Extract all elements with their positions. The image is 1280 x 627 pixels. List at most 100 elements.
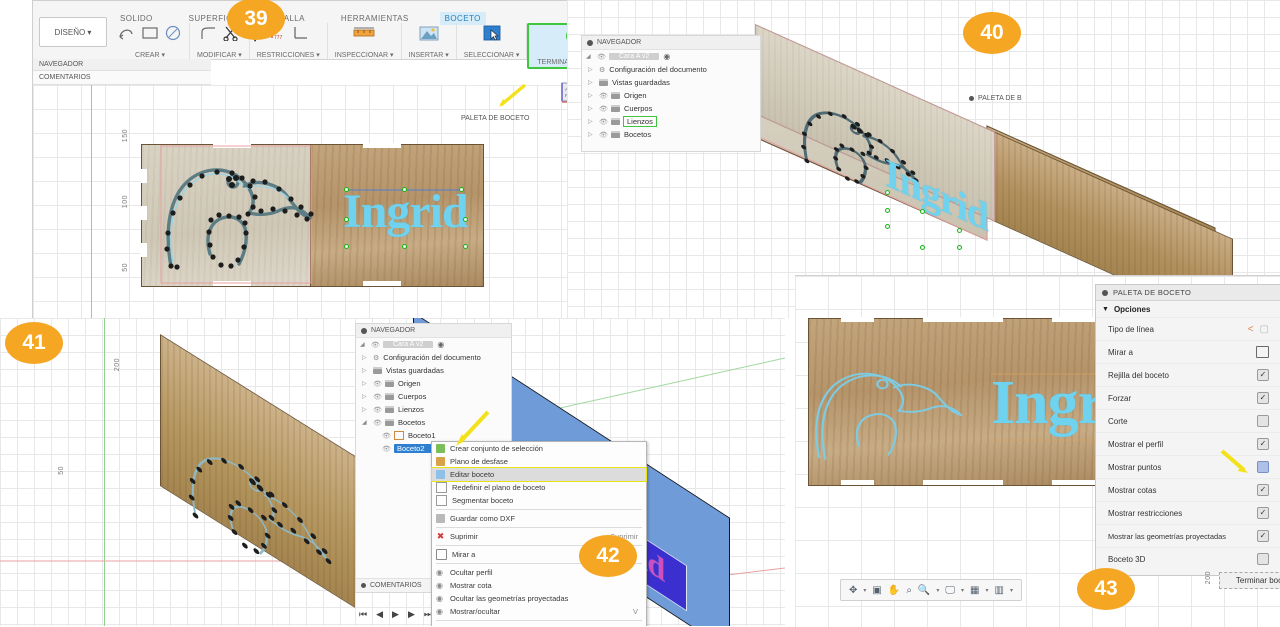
checkbox-forzar[interactable] — [1257, 392, 1269, 404]
sketch-context-menu[interactable]: Crear conjunto de selección Plano de des… — [431, 441, 647, 626]
text-handle-40[interactable] — [885, 208, 890, 213]
ribbon-label-modificar[interactable]: MODIFICAR ▾ — [197, 51, 242, 59]
ribbon-label-crear[interactable]: CREAR ▾ — [135, 51, 165, 59]
expand-arrow-icon[interactable]: ▷ — [362, 406, 369, 413]
chevron-down-icon[interactable]: ▼ — [1102, 306, 1109, 313]
viewports-icon[interactable]: ▥ — [995, 585, 1004, 596]
browser-item-cuerpos-42[interactable]: ▷ 👁 Cuerpos — [356, 390, 511, 403]
rectangle-icon[interactable] — [141, 25, 159, 41]
row-tipo-de-linea[interactable]: Tipo de línea < ▢ — [1096, 317, 1280, 340]
collapse-arrow-icon[interactable]: ◢ — [360, 341, 367, 348]
eye-icon[interactable]: 👁 — [373, 406, 382, 414]
expand-arrow-icon[interactable]: ▷ — [588, 105, 595, 112]
eye-icon[interactable]: 👁 — [373, 419, 382, 427]
ctx-redefinir-plano[interactable]: Redefinir el plano de boceto — [432, 481, 646, 494]
expand-arrow-icon[interactable]: ▷ — [362, 367, 369, 374]
checkbox-boceto-3d[interactable] — [1257, 553, 1269, 565]
ctx-mostrar-cota[interactable]: ◉ Mostrar cota — [432, 579, 646, 592]
text-handle[interactable] — [402, 244, 407, 249]
grid-snap-icon[interactable]: ▦ — [970, 585, 979, 596]
expand-arrow-icon[interactable]: ▷ — [588, 92, 595, 99]
checkbox-rejilla[interactable] — [1257, 369, 1269, 381]
ctx-segmentar-boceto[interactable]: Segmentar boceto — [432, 494, 646, 507]
terminar-boceto-button[interactable]: Terminar boc — [1219, 572, 1280, 589]
ctx-ocultar-geometrias[interactable]: ◉ Ocultar las geometrías proyectadas — [432, 592, 646, 605]
zoom-window-icon[interactable]: ⌕ — [906, 585, 912, 596]
expand-arrow-icon[interactable]: ▷ — [588, 118, 595, 125]
eye-icon[interactable]: 👁 — [373, 393, 382, 401]
comments-header-39[interactable]: COMENTARIOS — [33, 71, 211, 85]
pan-hand-icon[interactable]: ✋ — [888, 585, 900, 596]
display-settings-icon[interactable]: 🖵 — [945, 585, 955, 596]
perpendicular-constraint-icon[interactable] — [291, 25, 309, 41]
text-handle-40[interactable] — [957, 228, 962, 233]
text-handle-40[interactable] — [957, 245, 962, 250]
eye-icon[interactable]: 👁 — [371, 341, 380, 349]
row-mostrar-cotas[interactable]: Mostrar cotas — [1096, 478, 1280, 501]
look-at-icon[interactable] — [1256, 346, 1269, 358]
measure-icon[interactable] — [352, 25, 376, 41]
expand-arrow-icon[interactable]: ▷ — [362, 393, 369, 400]
expand-arrow-icon[interactable]: ▷ — [362, 354, 369, 361]
eye-icon[interactable]: 👁 — [599, 131, 608, 139]
ribbon-label-seleccionar[interactable]: SELECCIONAR ▾ — [464, 51, 520, 59]
text-handle-40[interactable] — [885, 190, 890, 195]
eye-icon[interactable]: 👁 — [597, 53, 606, 61]
browser-item-configuracion[interactable]: ▷ ⚙ Configuración del documento — [582, 63, 760, 76]
checkbox-mostrar-puntos[interactable] — [1257, 461, 1269, 473]
zoom-icon[interactable]: 🔍 — [918, 585, 930, 596]
eye-icon[interactable]: 👁 — [373, 380, 382, 388]
ribbon-label-insertar[interactable]: INSERTAR ▾ — [409, 51, 449, 59]
circle-icon[interactable] — [164, 25, 182, 41]
browser-root-row-42[interactable]: ◢ 👁 Cara A v2 ◉ — [356, 338, 511, 351]
ctx-guardar-dxf[interactable]: Guardar como DXF — [432, 512, 646, 525]
text-handle[interactable] — [344, 244, 349, 249]
text-handle[interactable] — [344, 187, 349, 192]
text-handle[interactable] — [402, 187, 407, 192]
text-handle-40[interactable] — [885, 224, 890, 229]
row-mostrar-el-perfil[interactable]: Mostrar el perfil — [1096, 432, 1280, 455]
browser-item-lienzos[interactable]: ▷ 👁 Lienzos — [582, 115, 760, 128]
eye-icon[interactable]: 👁 — [382, 445, 391, 453]
eye-icon[interactable]: 👁 — [599, 92, 608, 100]
row-forzar[interactable]: Forzar — [1096, 386, 1280, 409]
row-boceto-3d[interactable]: Boceto 3D — [1096, 547, 1280, 570]
spline-icon[interactable] — [118, 25, 136, 41]
browser-item-origen[interactable]: ▷ 👁 Origen — [582, 89, 760, 102]
dropdown-caret[interactable]: ▾ — [986, 587, 989, 594]
view-cube-icon[interactable]: ▣ — [872, 585, 881, 596]
expand-arrow-icon[interactable]: ▷ — [588, 79, 595, 86]
ribbon-label-restricciones[interactable]: RESTRICCIONES ▾ — [257, 51, 320, 59]
eye-icon[interactable]: 👁 — [599, 105, 608, 113]
browser-item-configuracion-42[interactable]: ▷ ⚙ Configuración del documento — [356, 351, 511, 364]
ribbon-label-inspeccionar[interactable]: INSPECCIONAR ▾ — [335, 51, 394, 59]
browser-item-vistas-42[interactable]: ▷ Vistas guardadas — [356, 364, 511, 377]
browser-item-origen-42[interactable]: ▷ 👁 Origen — [356, 377, 511, 390]
ctx-plano-desfase[interactable]: Plano de desfase — [432, 455, 646, 468]
sketch-palette-tag-40[interactable]: PALETA DE B — [969, 95, 1022, 102]
checkbox-mostrar-restricciones[interactable] — [1257, 507, 1269, 519]
skip-start-icon[interactable]: ⏮ — [359, 609, 367, 620]
fillet-icon[interactable] — [199, 25, 217, 41]
browser-item-vistas[interactable]: ▷ Vistas guardadas — [582, 76, 760, 89]
expand-arrow-icon[interactable]: ▷ — [588, 131, 595, 138]
sketch-palette-section-opciones[interactable]: ▼ Opciones — [1096, 301, 1280, 317]
dropdown-caret[interactable]: ▾ — [936, 587, 939, 594]
ribbon-label-terminar-boceto[interactable]: TERMINAR BOCETO ▾ — [537, 58, 568, 66]
checkbox-mostrar-perfil[interactable] — [1257, 438, 1269, 450]
row-corte[interactable]: Corte — [1096, 409, 1280, 432]
ribbon-group-terminar-boceto[interactable]: TERMINAR BOCETO ▾ — [527, 23, 568, 69]
eye-icon[interactable]: 👁 — [599, 118, 608, 126]
linetype-centerline-icon[interactable]: ▢ — [1260, 324, 1269, 335]
row-mostrar-geometrias-proyectadas[interactable]: Mostrar las geometrías proyectadas — [1096, 524, 1280, 547]
text-handle[interactable] — [463, 217, 468, 222]
collapse-arrow-icon[interactable]: ◢ — [586, 53, 593, 60]
collapse-arrow-icon[interactable]: ◢ — [362, 419, 369, 426]
row-mostrar-restricciones[interactable]: Mostrar restricciones — [1096, 501, 1280, 524]
orbit-icon[interactable]: ✥ — [849, 585, 857, 596]
step-back-icon[interactable]: ◀ — [376, 609, 383, 620]
text-handle[interactable] — [459, 187, 464, 192]
checkbox-corte[interactable] — [1257, 415, 1269, 427]
text-handle-40[interactable] — [920, 209, 925, 214]
timeline-playbar-42[interactable]: ⏮ ◀ ▶ ▶ ⏭ — [359, 609, 432, 620]
